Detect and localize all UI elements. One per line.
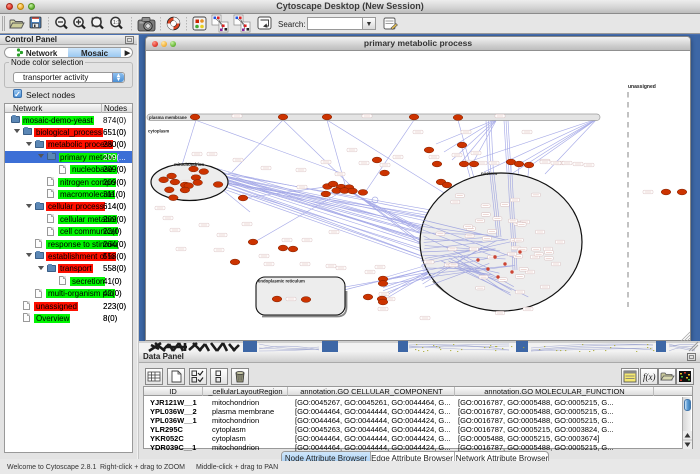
- svg-text:1:1: 1:1: [113, 20, 120, 26]
- svg-text:cytoplasm: cytoplasm: [148, 129, 169, 134]
- svg-text:unassigned: unassigned: [628, 84, 656, 90]
- svg-text:nucleus: nucleus: [481, 171, 498, 176]
- svg-text:endoplasmic reticulum: endoplasmic reticulum: [258, 279, 305, 284]
- svg-text:mitochondrion: mitochondrion: [174, 162, 204, 167]
- svg-text:f(x): f(x): [643, 372, 656, 382]
- svg-text:plasma membrane: plasma membrane: [149, 115, 187, 120]
